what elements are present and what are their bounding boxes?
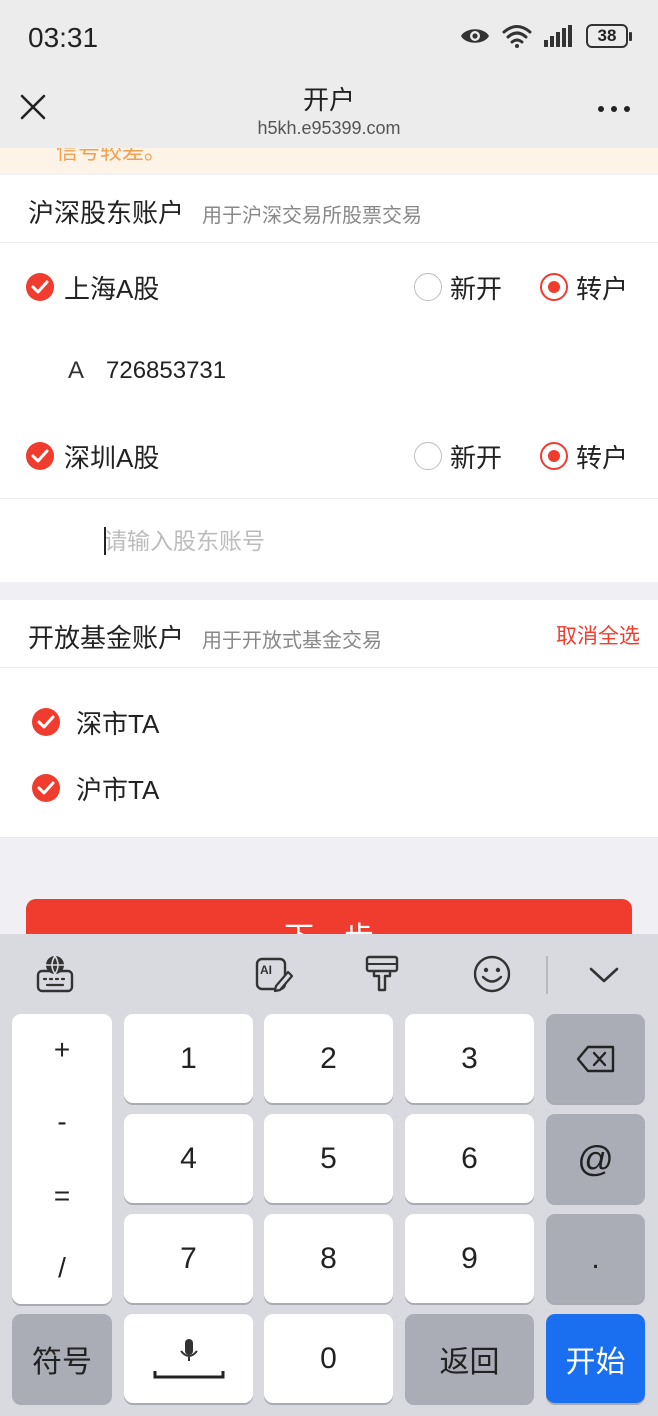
section-desc: 用于沪深交易所股票交易: [202, 205, 422, 227]
space-mic-key[interactable]: [124, 1314, 253, 1403]
check-icon[interactable]: [26, 442, 54, 470]
page-url: h5kh.e95399.com: [257, 118, 401, 138]
section-header: 开放基金账户 用于开放式基金交易 取消全选: [0, 600, 658, 668]
svg-text:AI: AI: [260, 963, 272, 977]
fund-item-label: 深市TA: [76, 709, 160, 739]
shenzhen-transfer-label[interactable]: 转户: [576, 438, 628, 475]
key-7[interactable]: 7: [124, 1214, 253, 1303]
shenzhen-row[interactable]: 深圳A股 新开 转户: [0, 436, 658, 476]
key-minus[interactable]: -: [12, 1106, 112, 1138]
key-slash[interactable]: /: [12, 1252, 112, 1284]
shanghai-transfer-label[interactable]: 转户: [576, 269, 628, 306]
numeric-keyboard: AI + - = / 1 2 3 4 5 6 @ 7 8 9 . 符号 0 返回…: [0, 934, 658, 1416]
key-dot[interactable]: .: [546, 1214, 645, 1303]
fund-account-section: 开放基金账户 用于开放式基金交易 取消全选 深市TA 沪市TA: [0, 600, 658, 838]
section-title: 开放基金账户: [28, 623, 185, 653]
shenzhen-label: 深圳A股: [64, 443, 160, 473]
account-value: 726853731: [106, 357, 227, 384]
check-icon[interactable]: [26, 273, 54, 301]
keyboard-globe-icon[interactable]: [35, 954, 75, 994]
shenzhen-new-label[interactable]: 新开: [450, 438, 502, 475]
chevron-down-icon[interactable]: [584, 954, 624, 994]
nav-bar: 开户 h5kh.e95399.com: [0, 78, 658, 148]
shenzhen-transfer-radio[interactable]: [540, 442, 568, 470]
account-prefix: A: [68, 357, 85, 384]
key-4[interactable]: 4: [124, 1114, 253, 1203]
deselect-all-link[interactable]: 取消全选: [556, 620, 640, 650]
key-0[interactable]: 0: [264, 1314, 393, 1403]
fund-item-sz[interactable]: 深市TA: [0, 702, 658, 742]
shanghai-new-label[interactable]: 新开: [450, 269, 502, 306]
notice-text: 信号较差。: [56, 148, 167, 164]
key-3[interactable]: 3: [405, 1014, 534, 1103]
shareholder-account-input[interactable]: [104, 523, 584, 559]
fund-item-sh[interactable]: 沪市TA: [0, 768, 658, 808]
shanghai-label: 上海A股: [64, 274, 160, 304]
eye-icon: [461, 29, 489, 43]
shanghai-account-row: A 726853731: [0, 357, 658, 389]
section-header: 沪深股东账户 用于沪深交易所股票交易: [0, 175, 658, 243]
shanghai-new-radio[interactable]: [414, 273, 442, 301]
wifi-icon: [502, 25, 532, 48]
check-icon[interactable]: [32, 774, 60, 802]
ai-write-icon[interactable]: AI: [254, 954, 294, 994]
key-at[interactable]: @: [546, 1114, 645, 1203]
symbols-key[interactable]: 符号: [12, 1314, 112, 1403]
backspace-key[interactable]: [546, 1014, 645, 1103]
key-9[interactable]: 9: [405, 1214, 534, 1303]
symbol-column[interactable]: + - = /: [12, 1014, 112, 1304]
back-key[interactable]: 返回: [405, 1314, 534, 1403]
status-bar: 03:31 38: [0, 0, 658, 78]
shanghai-transfer-radio[interactable]: [540, 273, 568, 301]
key-plus[interactable]: +: [12, 1034, 112, 1066]
battery-icon: 38: [586, 24, 632, 48]
microphone-icon: [153, 1338, 224, 1378]
key-1[interactable]: 1: [124, 1014, 253, 1103]
text-caret: [104, 527, 106, 555]
key-6[interactable]: 6: [405, 1114, 534, 1203]
toolbar-divider: [546, 956, 548, 994]
keyboard-toolbar: AI: [0, 934, 658, 1014]
brush-icon[interactable]: [362, 954, 402, 994]
section-title: 沪深股东账户: [28, 198, 185, 228]
shanghai-row[interactable]: 上海A股 新开 转户: [0, 267, 658, 307]
check-icon[interactable]: [32, 708, 60, 736]
more-icon[interactable]: [598, 106, 630, 112]
key-equals[interactable]: =: [12, 1180, 112, 1212]
page-title: 开户: [302, 85, 355, 115]
status-time: 03:31: [28, 22, 99, 53]
shenzhen-account-input-row: [0, 498, 658, 582]
emoji-icon[interactable]: [472, 954, 512, 994]
status-icons: 38: [460, 24, 632, 48]
backspace-icon: [576, 1045, 614, 1072]
key-8[interactable]: 8: [264, 1214, 393, 1303]
key-5[interactable]: 5: [264, 1114, 393, 1203]
key-2[interactable]: 2: [264, 1014, 393, 1103]
go-key[interactable]: 开始: [546, 1314, 645, 1403]
shenzhen-new-radio[interactable]: [414, 442, 442, 470]
notice-strip: 信号较差。: [0, 148, 658, 174]
fund-item-label: 沪市TA: [76, 775, 160, 805]
signal-icon: [544, 25, 572, 47]
section-desc: 用于开放式基金交易: [202, 630, 382, 652]
